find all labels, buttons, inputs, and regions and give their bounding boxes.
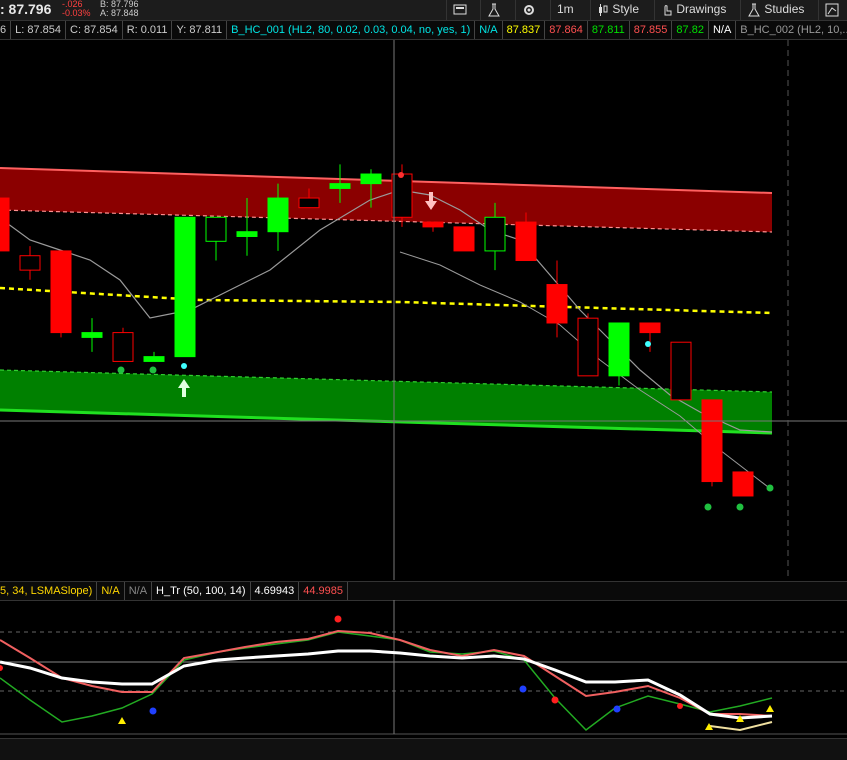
study2-label[interactable]: B_HC_002 (HL2, 10,... (736, 21, 847, 39)
candle-body (515, 221, 537, 262)
lower-band-fill (0, 370, 772, 433)
osc-dot-red (551, 696, 559, 704)
signal-dot (736, 503, 744, 511)
candle-body (81, 332, 103, 338)
signal-dot (704, 503, 712, 511)
candle-body (329, 183, 351, 189)
studies-button[interactable]: Studies (740, 0, 819, 20)
osc-triangle-icon (118, 717, 126, 724)
timeframe-button[interactable]: 1m (550, 0, 591, 20)
osc-white-line (0, 649, 773, 720)
hand-icon (664, 5, 672, 16)
style-button[interactable]: Style (590, 0, 655, 20)
lsma-na: N/A (97, 582, 125, 600)
candle-body (360, 173, 382, 185)
candle-body (19, 255, 41, 271)
close-value: C: 87.854 (66, 21, 123, 39)
osc-dot-red (0, 665, 3, 671)
candle-body (484, 216, 506, 252)
signal-dot (117, 366, 125, 374)
htr-value-2: 44.9985 (299, 582, 349, 600)
range-value: R: 0.011 (123, 21, 173, 39)
price-change: -.026 -0.03% (62, 0, 91, 18)
ask-value: A: 87.848 (100, 8, 139, 18)
oscillator-chart[interactable] (0, 600, 847, 737)
low-value: L: 87.854 (11, 21, 66, 39)
candle-body (112, 332, 134, 362)
candle-body (639, 322, 661, 334)
candle-body (732, 471, 754, 497)
candle-body (608, 322, 630, 377)
study1-value-1: 87.837 (503, 21, 546, 39)
footer-bar (0, 738, 847, 760)
upper-band-fill (0, 168, 772, 232)
signal-dot (181, 363, 187, 369)
osc-dot-blue (613, 705, 621, 713)
study1-value-3: 87.811 (588, 21, 630, 39)
candle-body (236, 231, 258, 237)
signal-dot (766, 484, 774, 492)
pattern-button[interactable]: P (818, 0, 847, 34)
mid-line (0, 286, 773, 315)
candle-body (546, 284, 568, 324)
candle-body (205, 216, 227, 242)
candle-body (391, 173, 413, 218)
osc-dot-red (677, 703, 683, 709)
flag-button[interactable] (446, 0, 479, 20)
signal-dot (149, 366, 157, 374)
study2-na: N/A (709, 21, 737, 39)
candle-body (50, 250, 72, 334)
osc-green-line (0, 631, 773, 731)
ohlc-bar: 6 L: 87.854 C: 87.854 R: 0.011 Y: 87.811 B_HC… (0, 21, 847, 40)
drawings-label: Drawings (676, 2, 727, 16)
study1-na: N/A (475, 21, 503, 39)
candle-body (422, 221, 444, 228)
studies-flask-icon (748, 3, 760, 17)
osc-triangle-icon (766, 705, 774, 712)
candle-style-icon (599, 3, 608, 16)
settings-button[interactable] (515, 0, 548, 20)
study1-value-5: 87.82 (672, 21, 709, 39)
pct-change: -0.03% (62, 8, 91, 18)
open-partial: 6 (0, 21, 12, 39)
osc-dot-blue (149, 707, 157, 715)
flag-icon (453, 4, 467, 15)
signal-dot (645, 341, 651, 347)
lower-study-bar: 5, 34, LSMASlope) N/A N/A H_Tr (50, 100, 14… (0, 581, 847, 601)
candle-body (453, 226, 475, 252)
top-toolbar: : 87.796 -.026 -0.03% B: 87.796 A: 87.84… (0, 0, 847, 34)
timeframe-label: 1m (557, 2, 574, 16)
flask-icon (488, 3, 500, 17)
candle-body (0, 197, 10, 252)
study1-label[interactable]: B_HC_001 (HL2, 80, 0.02, 0.03, 0.04, no,… (227, 21, 476, 39)
htr-label[interactable]: H_Tr (50, 100, 14) (152, 582, 251, 600)
candle-body (298, 197, 320, 209)
osc-dot-red (334, 615, 342, 623)
study-na: N/A (125, 582, 153, 600)
htr-value-1: 4.69943 (251, 582, 300, 600)
signal-dot (398, 172, 404, 178)
osc-yellow-line (709, 721, 773, 732)
pattern-icon (825, 3, 839, 17)
study1-value-4: 87.855 (630, 21, 673, 39)
lsma-label[interactable]: 5, 34, LSMASlope) (0, 582, 98, 600)
candle-body (670, 341, 692, 401)
drawings-button[interactable]: Drawings (654, 0, 741, 20)
bid-ask: B: 87.796 A: 87.848 (100, 0, 139, 18)
price-chart[interactable] (0, 40, 847, 580)
gear-icon (524, 4, 534, 15)
candle-body (267, 197, 289, 233)
candle-body (577, 317, 599, 377)
osc-red-line (0, 629, 773, 717)
candle-body (174, 216, 196, 358)
studies-label: Studies (764, 2, 805, 16)
candle-body (143, 356, 165, 362)
y-value: Y: 87.811 (172, 21, 228, 39)
candle-body (701, 399, 723, 483)
osc-dot-blue (519, 685, 527, 693)
flask-button[interactable] (480, 0, 513, 20)
study1-value-2: 87.864 (545, 21, 588, 39)
last-price: : 87.796 (0, 1, 52, 17)
style-label: Style (612, 2, 640, 16)
